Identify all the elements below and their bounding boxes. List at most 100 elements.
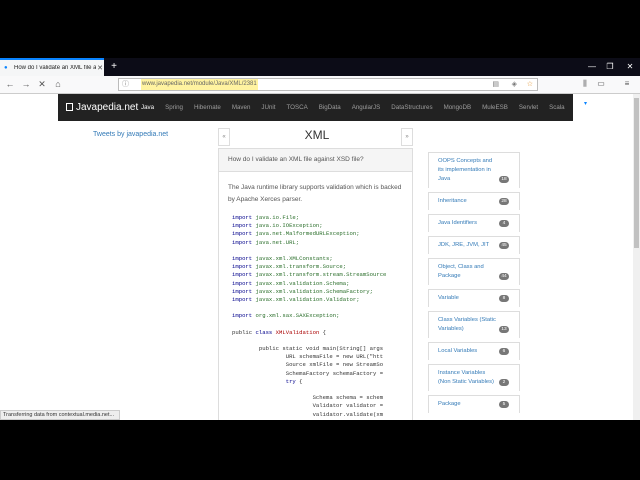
sidebar-item[interactable]: JDK, JRE, JVM, JIT 45 — [428, 236, 520, 254]
sidebar-item[interactable]: Inheritance 28 — [428, 192, 520, 210]
code-line: import java.net.MalformedURLException; — [232, 230, 412, 238]
nav-item-java[interactable]: Java — [141, 94, 154, 121]
minimize-button[interactable]: — — [582, 58, 602, 76]
code-token: javax.xml.transform.stream.StreamSource — [255, 271, 387, 279]
code-token: import — [232, 295, 256, 303]
count-badge: 18 — [499, 176, 509, 183]
nav-item-angularjs[interactable]: AngularJS — [352, 94, 381, 121]
sidebar-item[interactable]: Variable 8 — [428, 289, 520, 307]
code-token: import — [232, 214, 256, 221]
code-token: import — [232, 271, 256, 279]
code-token: SchemaFactory schemaFactory = — [232, 369, 384, 377]
nav-item-junit[interactable]: JUnit — [261, 94, 275, 121]
code-line: import javax.xml.XMLConstants; — [232, 255, 412, 263]
count-badge: 8 — [499, 295, 509, 302]
home-icon[interactable]: ⌂ — [51, 77, 65, 91]
nav-dropdown-icon[interactable]: ▾ — [584, 100, 587, 107]
sidebar-item[interactable]: OOPS Concepts and its implementation in … — [428, 152, 520, 188]
code-token: validator.validate(xm — [232, 410, 384, 418]
site-nav-items: Java Spring Hibernate Maven JUnit TOSCA BigDat… — [141, 94, 573, 121]
code-line: validator.validate(xm — [232, 411, 412, 419]
url-bar[interactable]: ⓘ www.javapedia.net/module/Java/XML/2381… — [118, 78, 538, 91]
code-token: java.net.MalformedURLException; — [255, 230, 360, 238]
code-token: import — [232, 279, 256, 287]
stop-icon[interactable]: ✕ — [35, 77, 49, 91]
sidebar-item[interactable]: Package 5 — [428, 395, 520, 413]
sidebar-toggle-icon[interactable]: ▭ — [595, 77, 607, 91]
nav-item-mongodb[interactable]: MongoDB — [444, 94, 472, 121]
page-scrollbar[interactable] — [633, 94, 640, 420]
count-badge: 45 — [499, 242, 509, 249]
nav-item-muleesb[interactable]: MuleESB — [482, 94, 508, 121]
nav-item-datastructures[interactable]: DataStructures — [391, 94, 432, 121]
code-token: try — [232, 377, 300, 385]
code-token: URL schemaFile = new URL("htt — [232, 353, 384, 361]
close-window-button[interactable]: ✕ — [620, 58, 640, 76]
code-line: import javax.xml.transform.stream.Stream… — [232, 271, 412, 279]
tab-strip: ● How do I validate an XML file a ✕ + — … — [0, 58, 640, 76]
code-line: Source xmlFile = new StreamSo — [232, 361, 412, 369]
code-token: javax.xml.validation.Schema; — [255, 279, 350, 287]
scrollbar-thumb[interactable] — [634, 98, 639, 248]
code-block: import java.io.File; import java.io.IOExc… — [232, 214, 412, 420]
nav-item-servlet[interactable]: Servlet — [519, 94, 538, 121]
url-text[interactable]: www.javapedia.net/module/Java/XML/2381 — [141, 79, 258, 90]
answer-intro: The Java runtime library supports valida… — [228, 184, 402, 203]
count-badge: 6 — [499, 348, 509, 355]
new-tab-button[interactable]: + — [108, 58, 120, 76]
code-token: import — [232, 254, 256, 262]
code-token: public static void main(String[] args — [232, 345, 384, 352]
menu-icon[interactable]: ≡ — [621, 77, 633, 91]
answer-body: The Java runtime library supports valida… — [218, 172, 413, 420]
back-icon[interactable]: ← — [3, 77, 17, 91]
code-line: import java.io.IOException; — [232, 222, 412, 230]
tab-close-icon[interactable]: ✕ — [96, 64, 104, 72]
topic-sidebar: OOPS Concepts and its implementation in … — [428, 152, 520, 417]
reader-view-icon[interactable]: ▤ — [492, 79, 499, 90]
site-info-icon[interactable]: ⓘ — [122, 79, 129, 90]
code-line: Schema schema = schem — [232, 394, 412, 402]
code-line: import javax.xml.validation.SchemaFactor… — [232, 288, 412, 296]
forward-icon[interactable]: → — [19, 77, 33, 91]
code-token: import — [232, 230, 256, 238]
nav-item-spring[interactable]: Spring — [165, 94, 183, 121]
nav-item-hibernate[interactable]: Hibernate — [194, 94, 221, 121]
site-brand[interactable]: Javapedia.net — [66, 94, 138, 121]
tweets-link[interactable]: Tweets by javapedia.net — [93, 131, 168, 138]
bookmark-star-icon[interactable]: ☆ — [527, 79, 533, 90]
code-line: public class XMLValidation { — [232, 329, 412, 337]
nav-item-tosca[interactable]: TOSCA — [287, 94, 308, 121]
maximize-button[interactable]: ❐ — [600, 58, 620, 76]
nav-item-scala[interactable]: Scala — [549, 94, 564, 121]
code-token: Validator validator = — [232, 402, 384, 410]
sidebar-item[interactable]: Local Variables 6 — [428, 342, 520, 360]
code-line: SchemaFactory schemaFactory = — [232, 370, 412, 378]
library-icon[interactable]: ⫼ — [579, 77, 591, 91]
code-token: Source xmlFile = new StreamSo — [232, 361, 384, 369]
code-line: public static void main(String[] args — [232, 345, 412, 353]
code-token: javax.xml.validation.SchemaFactory; — [255, 287, 374, 295]
count-badge: 4 — [499, 220, 509, 227]
code-line: import javax.xml.transform.Source; — [232, 263, 412, 271]
prev-page-button[interactable]: « — [218, 128, 230, 146]
code-token: import — [232, 238, 256, 246]
code-line: Validator validator = — [232, 402, 412, 410]
code-line: System.out.println(xm — [232, 419, 412, 420]
code-token: class — [255, 328, 276, 336]
nav-item-bigdata[interactable]: BigData — [319, 94, 341, 121]
tab-active[interactable]: ● How do I validate an XML file a ✕ — [0, 58, 104, 76]
sidebar-item[interactable]: Java Identifiers 4 — [428, 214, 520, 232]
code-line: try { — [232, 378, 412, 386]
sidebar-item[interactable]: Object, Class and Package 44 — [428, 258, 520, 285]
nav-item-maven[interactable]: Maven — [232, 94, 251, 121]
code-line: import javax.xml.validation.Schema; — [232, 280, 412, 288]
next-page-button[interactable]: » — [401, 128, 413, 146]
code-token: { — [299, 377, 303, 385]
sidebar-item[interactable]: Class Variables (Static Variables) 13 — [428, 311, 520, 338]
tracking-shield-icon[interactable]: ◈ — [512, 79, 517, 90]
code-token: System.out.println(xm — [232, 419, 384, 420]
sidebar-item[interactable]: Instance Variables (Non Static Variables… — [428, 364, 520, 391]
brand-logo-icon — [66, 103, 73, 111]
